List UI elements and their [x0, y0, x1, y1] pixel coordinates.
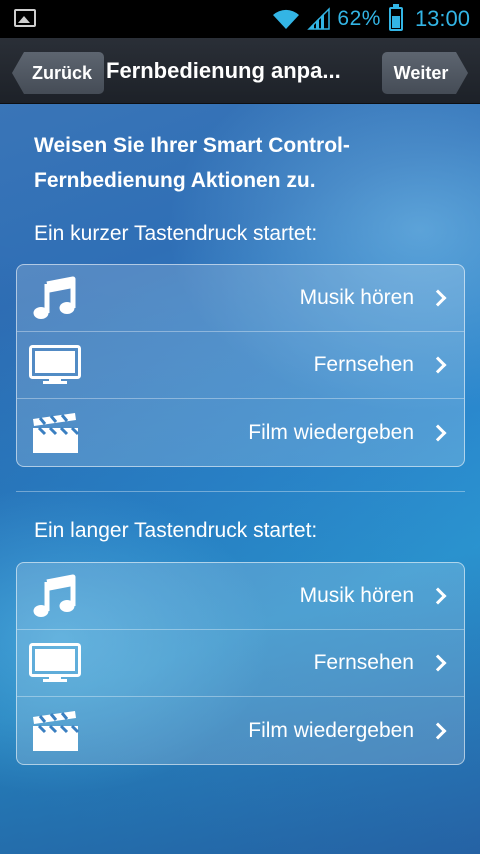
chevron-right-icon — [429, 587, 447, 605]
battery-percent: 62% — [337, 7, 381, 30]
back-button[interactable]: Zurück — [12, 52, 104, 94]
clapperboard-icon — [29, 709, 81, 753]
chevron-right-icon — [429, 289, 447, 307]
tv-icon — [29, 343, 81, 387]
short-press-heading: Ein kurzer Tastendruck startet: — [34, 222, 318, 245]
battery-icon — [388, 4, 403, 31]
long-press-heading: Ein langer Tastendruck startet: — [34, 519, 318, 542]
chevron-right-icon — [429, 424, 447, 441]
music-note-icon — [29, 276, 81, 320]
section-divider — [16, 491, 465, 492]
image-notification-icon — [14, 9, 36, 27]
list-item-label: Fernsehen — [313, 353, 414, 376]
chevron-right-icon — [429, 722, 447, 739]
status-bar: 62% 13:00 — [0, 0, 480, 38]
wifi-icon — [273, 9, 300, 29]
short-press-item-movie[interactable]: Film wiedergeben — [17, 399, 464, 466]
short-press-action-list: Musik hören Fernsehen Film wiedergeben — [16, 264, 465, 467]
long-press-item-movie[interactable]: Film wiedergeben — [17, 697, 464, 764]
short-press-item-tv[interactable]: Fernsehen — [17, 332, 464, 399]
action-bar: Zurück Fernbedienung anpa... Weiter — [0, 38, 480, 104]
status-indicators: 62% 13:00 — [271, 0, 470, 38]
long-press-action-list: Musik hören Fernsehen Film wiedergeben — [16, 562, 465, 765]
page-title: Fernbedienung anpa... — [106, 58, 341, 83]
list-item-label: Fernsehen — [313, 651, 414, 674]
list-item-label: Musik hören — [299, 584, 414, 607]
clock: 13:00 — [414, 6, 470, 31]
chevron-right-icon — [429, 654, 447, 672]
tv-icon — [29, 641, 81, 685]
music-note-icon — [29, 574, 81, 618]
long-press-item-tv[interactable]: Fernsehen — [17, 630, 464, 697]
list-item-label: Film wiedergeben — [248, 718, 414, 742]
signal-icon — [307, 7, 331, 30]
next-button[interactable]: Weiter — [382, 52, 468, 94]
list-item-label: Film wiedergeben — [248, 420, 414, 444]
short-press-item-music[interactable]: Musik hören — [17, 265, 464, 332]
clapperboard-icon — [29, 411, 81, 455]
long-press-item-music[interactable]: Musik hören — [17, 563, 464, 630]
chevron-right-icon — [429, 356, 447, 374]
list-item-label: Musik hören — [299, 286, 414, 309]
intro-text: Weisen Sie Ihrer Smart Control-Fernbedie… — [34, 134, 350, 192]
